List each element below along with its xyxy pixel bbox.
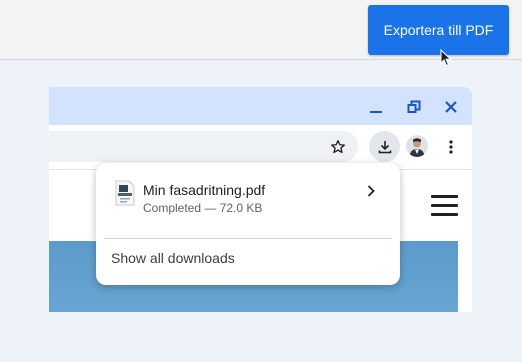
export-to-pdf-button[interactable]: Exportera till PDF [368,5,509,55]
pdf-file-icon [115,180,135,206]
address-bar[interactable] [49,131,358,162]
open-download-button[interactable] [364,183,378,199]
minimize-button[interactable] [363,94,389,120]
profile-avatar[interactable] [406,135,428,157]
restore-icon [407,100,421,113]
more-vert-icon [449,140,453,154]
chevron-right-icon [367,185,375,197]
restore-button[interactable] [401,94,427,120]
star-icon [331,139,345,153]
close-icon [445,101,457,113]
mouse-cursor-icon [440,49,452,67]
show-all-downloads-link[interactable]: Show all downloads [111,250,235,266]
minimize-icon [370,111,382,113]
hamburger-menu-icon[interactable] [431,195,458,217]
download-status: Completed — 72.0 KB [143,201,263,215]
divider [104,238,392,239]
browser-titlebar [49,87,472,125]
bookmark-star-button[interactable] [327,131,349,162]
downloads-bubble: Min fasadritning.pdf Completed — 72.0 KB… [96,163,400,285]
download-file-name[interactable]: Min fasadritning.pdf [143,182,265,198]
downloads-button[interactable] [369,131,400,162]
more-options-button[interactable] [445,134,457,160]
download-icon [378,140,391,153]
close-button[interactable] [438,94,464,120]
